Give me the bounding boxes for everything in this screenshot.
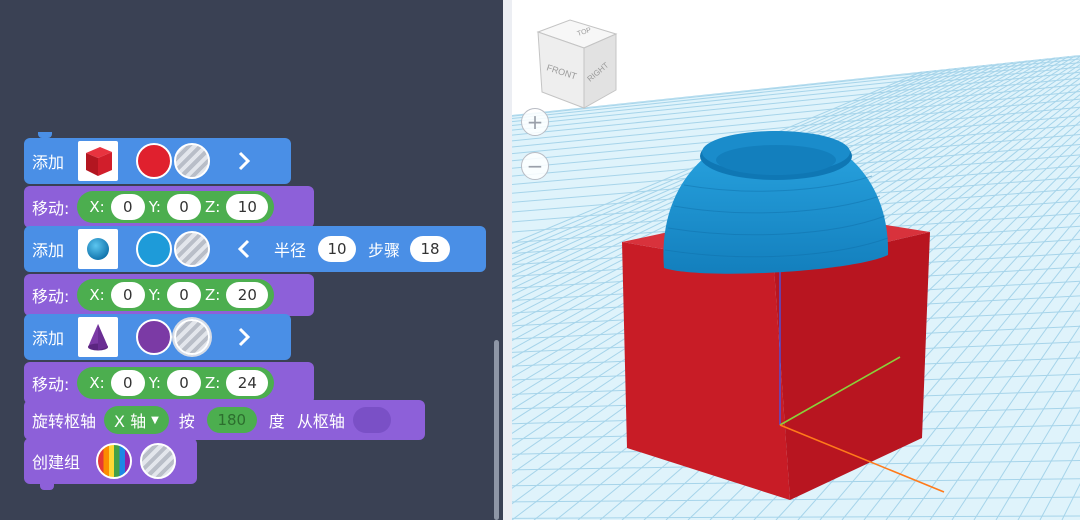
hole-toggle-swatch[interactable] bbox=[174, 231, 211, 267]
color-swatch-blue[interactable] bbox=[136, 231, 173, 267]
add-label: 添加 bbox=[32, 241, 65, 260]
by-label: 按 bbox=[178, 412, 195, 431]
add-box-block[interactable]: 添加 bbox=[24, 138, 291, 184]
add-sphere-block[interactable]: 添加 半径 10 步骤 18 bbox=[24, 226, 486, 272]
blue-sphere-icon[interactable] bbox=[78, 229, 119, 269]
y-input[interactable]: 0 bbox=[166, 194, 201, 220]
dropdown-arrow-icon: ▼ bbox=[151, 414, 159, 426]
panel-divider[interactable] bbox=[503, 0, 512, 520]
xyz-input-group: X: 0 Y: 0 Z: 10 bbox=[77, 191, 275, 223]
axis-value: X 轴 bbox=[114, 412, 147, 431]
move-block-2[interactable]: 移动: X: 0 Y: 0 Z: 20 bbox=[24, 274, 314, 316]
steps-label: 步骤 bbox=[368, 241, 401, 260]
red-box-icon[interactable] bbox=[78, 141, 119, 181]
y-label: Y: bbox=[148, 286, 161, 304]
y-label: Y: bbox=[148, 198, 161, 216]
steps-input[interactable]: 18 bbox=[410, 236, 451, 262]
y-input[interactable]: 0 bbox=[166, 282, 201, 308]
group-label: 创建组 bbox=[32, 453, 81, 472]
hole-toggle-swatch[interactable] bbox=[140, 443, 177, 479]
workspace-scrollbar[interactable] bbox=[494, 340, 499, 520]
rotate-pivot-block[interactable]: 旋转枢轴 X 轴 ▼ 按 180 度 从枢轴 bbox=[24, 400, 425, 440]
move-label: 移动: bbox=[32, 287, 70, 306]
expand-chevron-icon[interactable] bbox=[232, 149, 256, 173]
xyz-input-group: X: 0 Y: 0 Z: 24 bbox=[77, 367, 275, 399]
move-block-3[interactable]: 移动: X: 0 Y: 0 Z: 24 bbox=[24, 362, 314, 404]
rotate-label: 旋转枢轴 bbox=[32, 412, 97, 431]
xyz-input-group: X: 0 Y: 0 Z: 20 bbox=[77, 279, 275, 311]
z-input[interactable]: 10 bbox=[226, 194, 269, 220]
z-input[interactable]: 20 bbox=[226, 282, 269, 308]
z-input[interactable]: 24 bbox=[226, 370, 269, 396]
3d-viewport[interactable]: TOP FRONT RIGHT + − bbox=[512, 0, 1080, 520]
hole-toggle-swatch[interactable] bbox=[174, 143, 211, 179]
purple-cone-icon[interactable] bbox=[78, 317, 119, 357]
axis-dropdown[interactable]: X 轴 ▼ bbox=[104, 406, 169, 434]
block-notch bbox=[40, 484, 54, 490]
y-label: Y: bbox=[148, 374, 161, 392]
add-label: 添加 bbox=[32, 153, 65, 172]
x-label: X: bbox=[89, 198, 105, 216]
zoom-out-button[interactable]: − bbox=[521, 152, 549, 180]
degree-label: 度 bbox=[268, 412, 285, 431]
radius-label: 半径 bbox=[274, 241, 307, 260]
x-label: X: bbox=[89, 286, 105, 304]
from-pivot-label: 从枢轴 bbox=[296, 412, 345, 431]
x-input[interactable]: 0 bbox=[110, 282, 145, 308]
x-label: X: bbox=[89, 374, 105, 392]
color-swatch-purple[interactable] bbox=[136, 319, 173, 355]
create-group-block[interactable]: 创建组 bbox=[24, 438, 197, 484]
collapse-chevron-icon[interactable] bbox=[232, 237, 256, 261]
dome-inner-surface bbox=[716, 145, 836, 175]
move-label: 移动: bbox=[32, 199, 70, 218]
move-block-1[interactable]: 移动: X: 0 Y: 0 Z: 10 bbox=[24, 186, 314, 228]
z-label: Z: bbox=[204, 374, 221, 392]
3d-scene[interactable]: TOP FRONT RIGHT bbox=[512, 0, 1080, 520]
hole-toggle-swatch[interactable] bbox=[174, 319, 211, 355]
pivot-input-slot[interactable] bbox=[352, 407, 391, 433]
x-input[interactable]: 0 bbox=[110, 194, 145, 220]
radius-input[interactable]: 10 bbox=[318, 236, 357, 262]
add-label: 添加 bbox=[32, 329, 65, 348]
move-label: 移动: bbox=[32, 375, 70, 394]
angle-input[interactable]: 180 bbox=[206, 407, 257, 433]
multicolor-swatch[interactable] bbox=[96, 443, 133, 479]
x-input[interactable]: 0 bbox=[110, 370, 145, 396]
expand-chevron-icon[interactable] bbox=[232, 325, 256, 349]
view-cube[interactable]: TOP FRONT RIGHT bbox=[536, 19, 618, 109]
y-input[interactable]: 0 bbox=[166, 370, 201, 396]
z-label: Z: bbox=[204, 198, 221, 216]
color-swatch-red[interactable] bbox=[136, 143, 173, 179]
add-cone-block[interactable]: 添加 bbox=[24, 314, 291, 360]
block-workspace[interactable]: 添加 移动: X: 0 Y: 0 Z: 10 添加 半径 10 步骤 18 移动… bbox=[0, 0, 503, 520]
z-label: Z: bbox=[204, 286, 221, 304]
zoom-in-button[interactable]: + bbox=[521, 108, 549, 136]
